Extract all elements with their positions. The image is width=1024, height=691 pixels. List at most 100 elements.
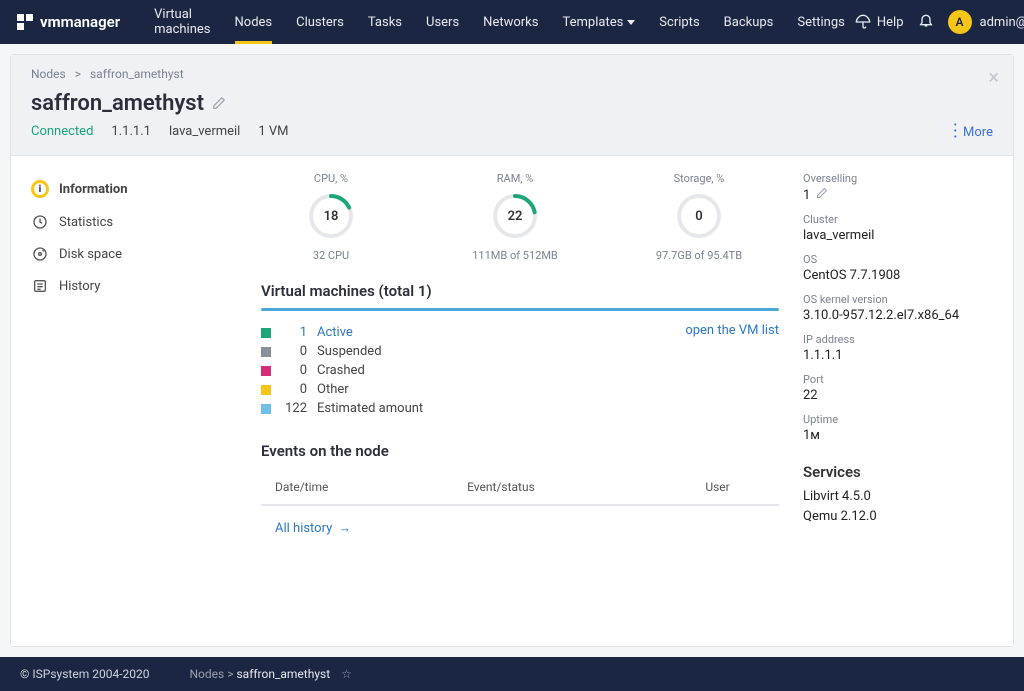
more-dots-icon: •••: [954, 123, 957, 141]
vm-section-divider: [261, 308, 779, 311]
gauge-circle: 0: [674, 191, 724, 241]
nav-networks[interactable]: Networks: [473, 0, 548, 44]
sidebar-item-statistics[interactable]: Statistics: [21, 206, 231, 238]
vm-status-row: 0Crashed: [261, 361, 779, 380]
nav-virtual-machines[interactable]: Virtual machines: [144, 0, 220, 44]
clock-icon: [31, 214, 49, 230]
main-column: CPU, % 18 32 CPU RAM, % 22 111MB of 512MB Stor…: [261, 172, 779, 630]
header-ip: 1.1.1.1: [111, 124, 151, 139]
page-area: × Nodes > saffron_amethyst saffron_ameth…: [0, 44, 1024, 657]
vm-section-title: Virtual machines (total 1): [261, 282, 779, 300]
nav-clusters[interactable]: Clusters: [286, 0, 354, 44]
nav-scripts[interactable]: Scripts: [649, 0, 709, 44]
events-title: Events on the node: [261, 442, 779, 460]
service-item: Qemu 2.12.0: [803, 507, 1003, 527]
gauge-storage: Storage, % 0 97.7GB of 95.4TB: [629, 172, 769, 262]
notifications-button[interactable]: [918, 12, 934, 32]
title-text: saffron_amethyst: [31, 91, 204, 116]
copyright: © ISPsystem 2004-2020: [20, 667, 150, 681]
header-vm-count: 1 VM: [258, 124, 288, 139]
nav-backups[interactable]: Backups: [714, 0, 784, 44]
edit-icon[interactable]: [816, 187, 828, 203]
gauge-label: RAM, %: [497, 172, 534, 185]
more-label: More: [963, 125, 993, 140]
history-icon: [31, 278, 49, 294]
sidebar-item-disk-space[interactable]: Disk space: [21, 238, 231, 270]
sidebar-item-history[interactable]: History: [21, 270, 231, 302]
top-navbar: vmmanager Virtual machinesNodesClustersT…: [0, 0, 1024, 44]
gauge-label: Storage, %: [674, 172, 725, 185]
nav-users[interactable]: Users: [416, 0, 469, 44]
brand-logo[interactable]: vmmanager: [16, 13, 120, 31]
vm-status-count: 0: [281, 344, 307, 359]
nav-settings[interactable]: Settings: [787, 0, 854, 44]
sidebar-item-label: Statistics: [59, 215, 113, 230]
events-headers: Date/time Event/status User: [261, 470, 779, 505]
nav-nodes[interactable]: Nodes: [225, 0, 283, 44]
overselling-value: 1: [803, 187, 1003, 203]
os-value: CentOS 7.7.1908: [803, 268, 1003, 283]
gauge-sub: 32 CPU: [313, 249, 349, 262]
col-eventstatus: Event/status: [467, 480, 605, 494]
kernel-value: 3.10.0-957.12.2.el7.x86_64: [803, 308, 1003, 323]
footer-crumb-current: saffron_amethyst: [236, 667, 330, 681]
user-menu[interactable]: A admin@exa...: [948, 10, 1024, 34]
os-label: OS: [803, 253, 1003, 266]
ip-label: IP address: [803, 333, 1003, 346]
col-user: User: [705, 480, 779, 494]
close-icon[interactable]: ×: [988, 65, 999, 89]
content-area: CPU, % 18 32 CPU RAM, % 22 111MB of 512MB Stor…: [241, 156, 1013, 646]
info-icon: i: [31, 180, 49, 198]
more-menu[interactable]: ••• More: [954, 123, 993, 141]
uptime-value: 1м: [803, 428, 1003, 443]
all-history-link[interactable]: All history →: [261, 506, 779, 536]
sidebar-item-label: Disk space: [59, 247, 122, 262]
footer-breadcrumb: Nodes > saffron_amethyst ☆: [190, 667, 352, 681]
aside-panel: Overselling 1 Cluster lava_vermeil OS Ce…: [803, 172, 1003, 630]
logo-prefix: vm: [40, 13, 61, 31]
breadcrumb-current: saffron_amethyst: [90, 67, 184, 81]
cluster-label: Cluster: [803, 213, 1003, 226]
star-icon[interactable]: ☆: [341, 667, 352, 681]
vm-status-count: 0: [281, 382, 307, 397]
disk-icon: [31, 246, 49, 262]
vm-status-label: Crashed: [317, 363, 365, 378]
help-link[interactable]: Help: [855, 14, 904, 30]
sidebar-item-label: Information: [59, 182, 128, 197]
main-nav: Virtual machinesNodesClustersTasksUsersN…: [144, 0, 855, 44]
gauge-label: CPU, %: [314, 172, 348, 185]
gauge-ram: RAM, % 22 111MB of 512MB: [445, 172, 585, 262]
open-vm-list-link[interactable]: open the VM list: [685, 323, 779, 338]
bell-icon: [918, 12, 934, 28]
avatar: A: [948, 10, 972, 34]
events-table: Date/time Event/status User: [261, 470, 779, 506]
port-value: 22: [803, 388, 1003, 403]
gauge-value: 22: [490, 191, 540, 241]
edit-icon[interactable]: [212, 91, 226, 116]
vm-status-row: 0Suspended: [261, 342, 779, 361]
sidebar-item-information[interactable]: i Information: [21, 172, 231, 206]
footer-crumb-root[interactable]: Nodes: [190, 667, 225, 681]
breadcrumb-root[interactable]: Nodes: [31, 67, 66, 81]
page-title: saffron_amethyst: [31, 91, 993, 116]
services-list: Libvirt 4.5.0Qemu 2.12.0: [803, 487, 1003, 526]
logo-suffix: manager: [61, 13, 121, 31]
vm-status-label: Active: [317, 325, 353, 340]
vm-status-label: Other: [317, 382, 349, 397]
cluster-value: lava_vermeil: [803, 228, 1003, 243]
gauge-sub: 97.7GB of 95.4TB: [656, 249, 742, 262]
vm-status-row: 122 Estimated amount: [261, 399, 779, 418]
nav-templates[interactable]: Templates: [552, 0, 645, 44]
gauge-circle: 22: [490, 191, 540, 241]
side-menu: i Information Statistics Disk space History: [11, 156, 241, 646]
gauges-row: CPU, % 18 32 CPU RAM, % 22 111MB of 512MB Stor…: [261, 172, 779, 262]
vm-status-count: 1: [281, 325, 307, 340]
nav-tasks[interactable]: Tasks: [358, 0, 412, 44]
gauge-circle: 18: [306, 191, 356, 241]
vm-status-label: Estimated amount: [317, 401, 423, 416]
gauge-value: 18: [306, 191, 356, 241]
gauge-sub: 111MB of 512MB: [472, 249, 558, 262]
kernel-label: OS kernel version: [803, 293, 1003, 306]
vm-status-count: 122: [281, 401, 307, 416]
gauge-cpu: CPU, % 18 32 CPU: [261, 172, 401, 262]
